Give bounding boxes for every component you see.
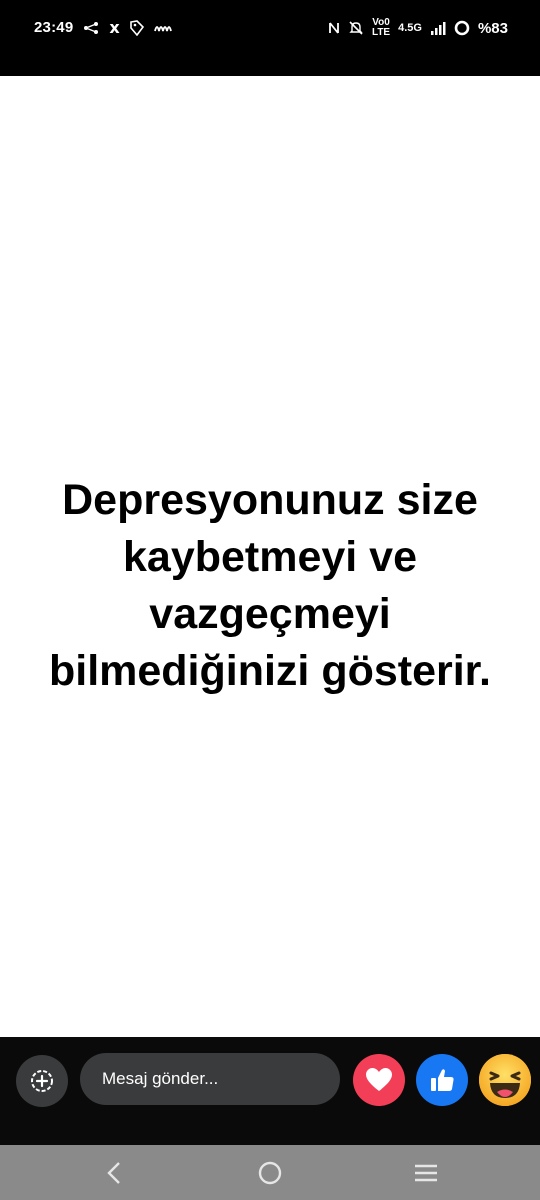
nfc-icon: [328, 21, 340, 35]
status-left: 23:49 x: [34, 18, 172, 37]
recents-button[interactable]: [411, 1159, 441, 1187]
recents-icon: [415, 1164, 437, 1182]
reply-bar: Mesaj gönder...: [0, 1037, 540, 1145]
message-input[interactable]: Mesaj gönder...: [80, 1053, 340, 1105]
heart-reaction-button[interactable]: [353, 1054, 405, 1106]
back-icon: [107, 1162, 120, 1184]
add-circle-icon: [31, 1070, 53, 1092]
network-type: 4.5G: [398, 22, 422, 34]
haha-reaction-button[interactable]: [479, 1054, 531, 1106]
wave-icon: [153, 21, 172, 35]
volte-bottom: LTE: [371, 27, 391, 38]
home-icon: [258, 1161, 282, 1185]
signal-icon: [430, 21, 446, 35]
status-right: Vo0 LTE 4.5G %83: [328, 18, 508, 38]
status-bar: 23:49 x Vo0 LTE 4.5G %83: [0, 0, 540, 76]
tag-icon: [129, 19, 144, 36]
navigation-bar: [0, 1145, 540, 1200]
laughing-face-icon: [479, 1054, 531, 1106]
add-button[interactable]: [16, 1055, 68, 1107]
back-button[interactable]: [99, 1159, 129, 1187]
battery-percent: %83: [477, 19, 508, 37]
battery-icon: [454, 20, 470, 36]
share-icon: [83, 21, 99, 35]
story-content[interactable]: Depresyonunuz size kaybetmeyi ve vazgeçm…: [0, 76, 540, 1037]
volte-indicator: Vo0 LTE: [372, 18, 390, 38]
x-icon: x: [109, 18, 120, 37]
story-text: Depresyonunuz size kaybetmeyi ve vazgeçm…: [48, 476, 491, 695]
heart-icon: [366, 1068, 392, 1091]
home-button[interactable]: [255, 1159, 285, 1187]
thumbs-up-icon: [431, 1069, 454, 1091]
like-reaction-button[interactable]: [416, 1054, 468, 1106]
status-time: 23:49: [34, 19, 74, 36]
mute-icon: [348, 20, 364, 36]
